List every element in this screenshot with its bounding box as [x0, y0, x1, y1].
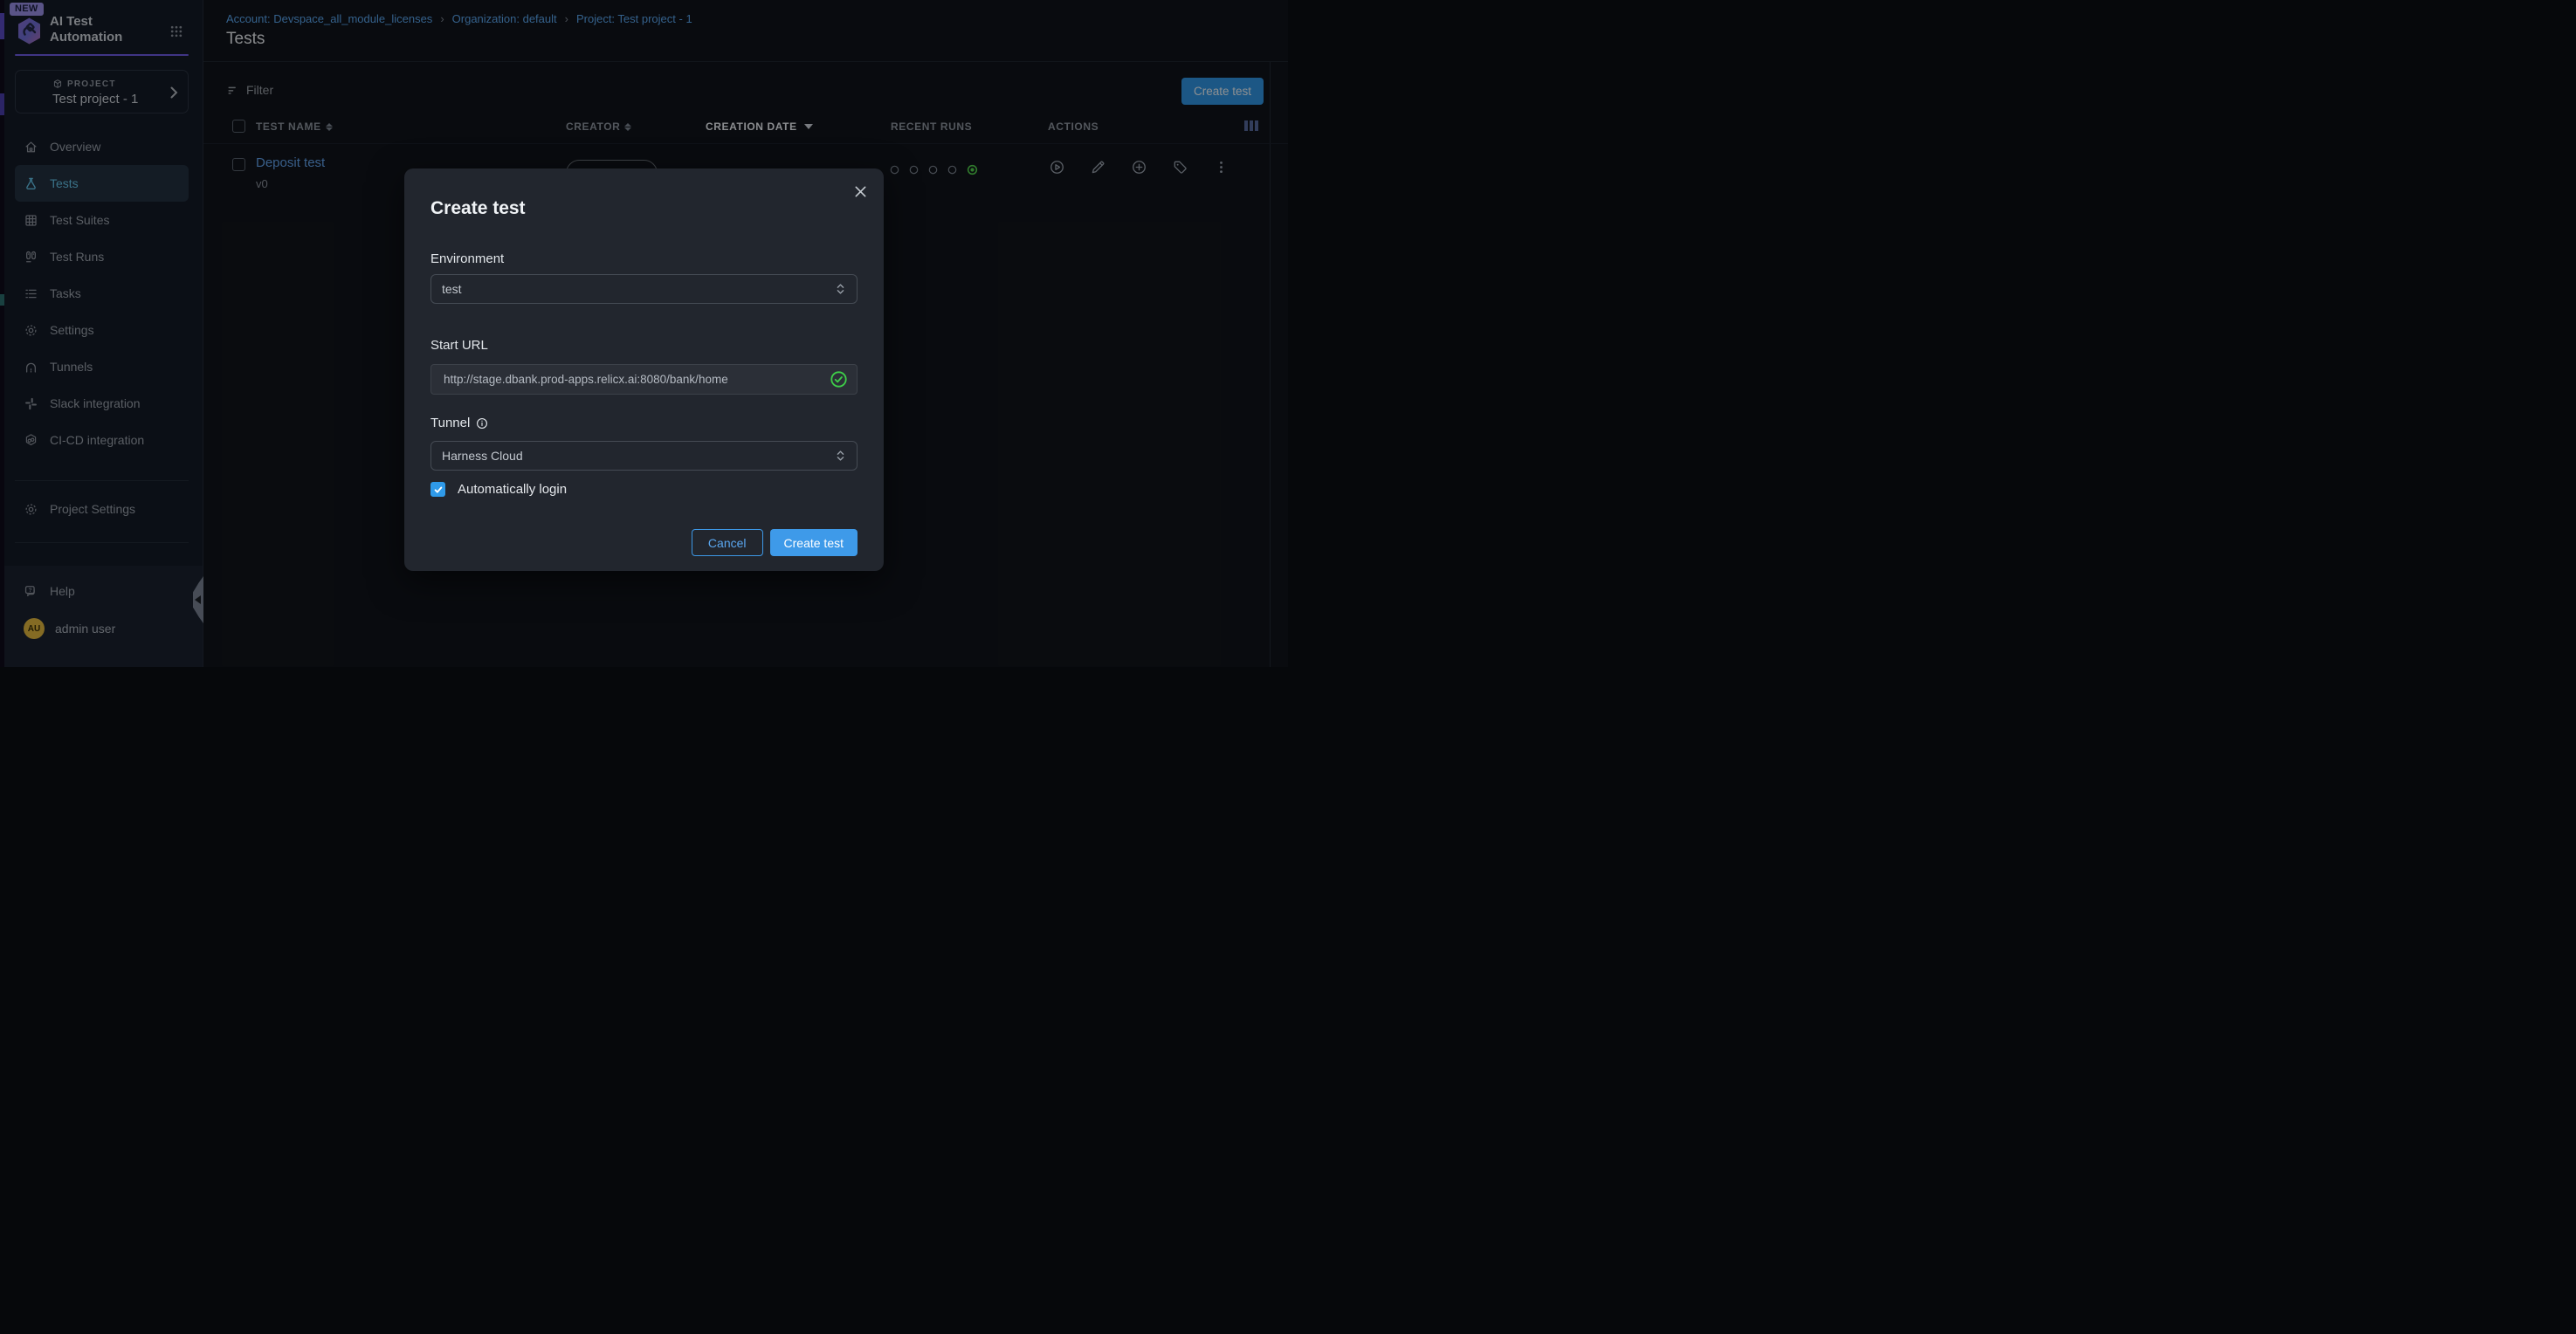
create-test-modal: Create test Environment test Start URL T…: [404, 168, 884, 571]
auto-login-option[interactable]: Automatically login: [430, 482, 567, 497]
auto-login-checkbox[interactable]: [430, 482, 445, 497]
auto-login-label: Automatically login: [458, 482, 567, 497]
create-test-submit-button[interactable]: Create test: [770, 529, 858, 556]
start-url-label: Start URL: [430, 338, 488, 353]
close-icon[interactable]: [853, 184, 868, 199]
tunnel-select[interactable]: Harness Cloud: [430, 441, 858, 471]
start-url-input[interactable]: [442, 372, 830, 387]
url-valid-check-icon: [830, 370, 848, 389]
select-chevrons-icon: [835, 282, 846, 296]
start-url-field: [430, 364, 858, 395]
tunnel-label: Tunnel: [430, 416, 488, 430]
app-window: NEW AI Test Automation: [0, 0, 1288, 667]
modal-title: Create test: [430, 198, 526, 219]
select-chevrons-icon: [835, 449, 846, 463]
environment-select[interactable]: test: [430, 274, 858, 304]
environment-value: test: [442, 282, 462, 296]
info-icon[interactable]: [476, 417, 488, 430]
environment-label: Environment: [430, 251, 504, 266]
cancel-button[interactable]: Cancel: [692, 529, 763, 556]
tunnel-value: Harness Cloud: [442, 449, 523, 463]
